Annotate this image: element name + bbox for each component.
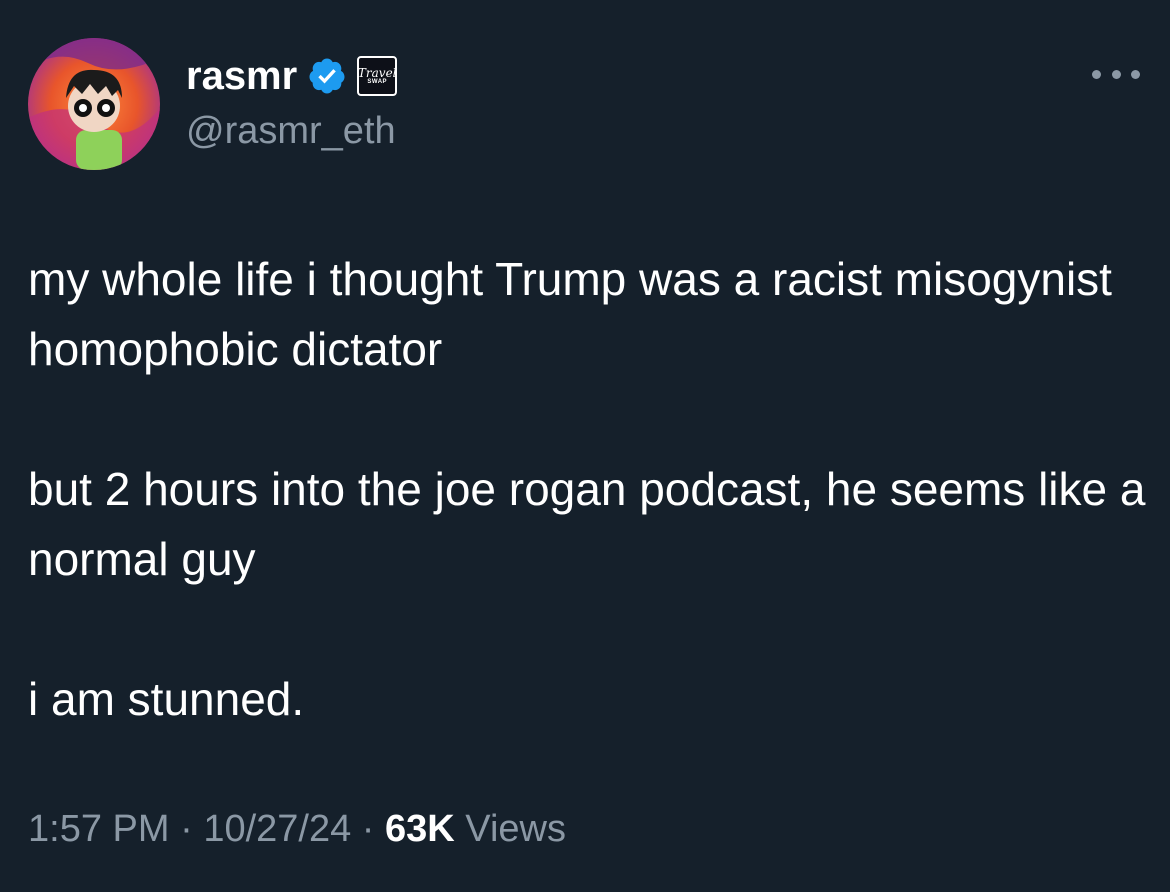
author-name-row: rasmr Travel SWAP (186, 52, 398, 100)
affiliate-badge[interactable]: Travel SWAP (357, 56, 398, 96)
verified-badge-icon[interactable] (307, 56, 347, 96)
tweet-paragraph: i am stunned. (28, 673, 305, 725)
tweet-date[interactable]: 10/27/24 (203, 808, 351, 851)
meta-separator: · (169, 808, 204, 850)
display-name[interactable]: rasmr (186, 54, 297, 99)
more-dot (1092, 69, 1101, 79)
views-label: Views (454, 808, 566, 850)
more-dot (1131, 69, 1140, 79)
tweet: rasmr Travel SWAP @rasmr_eth my whole li… (0, 0, 1170, 892)
affiliate-badge-line2: SWAP (367, 78, 388, 85)
tweet-meta: 1:57 PM · 10/27/24 · 63K Views (28, 808, 566, 851)
author-handle[interactable]: @rasmr_eth (186, 110, 396, 153)
meta-separator: · (351, 808, 386, 850)
tweet-time[interactable]: 1:57 PM (28, 808, 170, 851)
tweet-text: my whole life i thought Trump was a raci… (28, 244, 1148, 734)
more-options-icon[interactable] (1092, 62, 1140, 86)
affiliate-badge-line1: Travel (357, 65, 397, 80)
avatar[interactable] (28, 38, 160, 170)
tweet-paragraph: but 2 hours into the joe rogan podcast, … (28, 463, 1146, 585)
more-dot (1111, 69, 1121, 79)
views-count[interactable]: 63K (385, 808, 455, 851)
tweet-paragraph: my whole life i thought Trump was a raci… (28, 253, 1112, 375)
